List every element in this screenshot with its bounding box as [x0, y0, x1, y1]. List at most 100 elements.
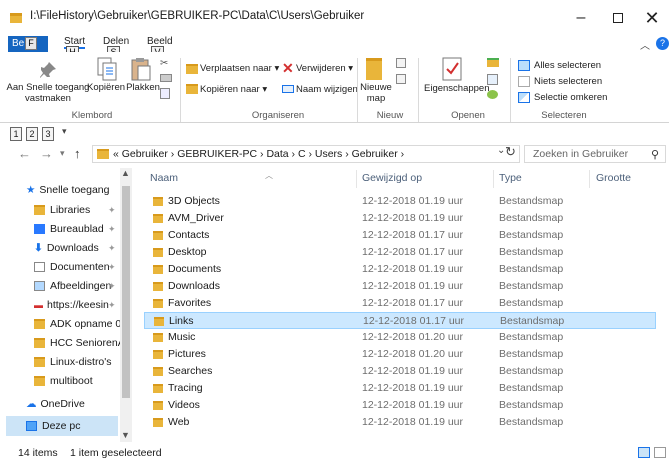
paste-button[interactable]: Plakken [125, 82, 161, 93]
nav-item-quick-access[interactable]: ★ Snelle toegang [26, 184, 109, 196]
file-row[interactable]: Desktop 12-12-2018 01.17 uur Bestandsmap [144, 244, 656, 261]
select-none-button[interactable]: Niets selecteren [534, 76, 602, 87]
file-row[interactable]: Music 12-12-2018 01.20 uur Bestandsmap [144, 329, 656, 346]
group-selecteren: Selecteren [541, 110, 587, 121]
copy-to-button[interactable]: Kopiëren naar ▾ [200, 84, 267, 95]
delete-button[interactable]: Verwijderen ▾ [296, 63, 353, 74]
file-row[interactable]: Contacts 12-12-2018 01.17 uur Bestandsmap [144, 227, 656, 244]
address-bar[interactable]: « Gebruiker › GEBRUIKER-PC › Data › C › … [92, 145, 520, 163]
paste-shortcut-icon[interactable] [160, 88, 170, 99]
scroll-up-icon[interactable]: ▲ [121, 168, 130, 178]
group-nieuw: Nieuw [376, 110, 404, 121]
nav-item-downloads[interactable]: ⬇ Downloads [34, 242, 99, 254]
file-name: Videos [168, 399, 200, 411]
rename-button[interactable]: Naam wijzigen [296, 84, 358, 95]
file-name: Music [168, 331, 196, 343]
pin-quick-access-button[interactable]: Aan Snelle toegang vastmaken [4, 82, 92, 104]
qat-keytip-2[interactable]: 2 [26, 127, 38, 141]
nav-item-libraries[interactable]: Libraries [34, 204, 90, 216]
history-icon[interactable] [487, 90, 498, 99]
large-icons-view-icon[interactable] [654, 447, 666, 458]
file-row[interactable]: Pictures 12-12-2018 01.20 uur Bestandsmap [144, 346, 656, 363]
window-title: I:\FileHistory\Gebruiker\GEBRUIKER-PC\Da… [30, 10, 365, 22]
column-size[interactable]: Grootte [596, 172, 631, 184]
up-button[interactable]: ↑ [74, 146, 81, 161]
scroll-down-icon[interactable]: ▼ [121, 430, 130, 440]
nav-item-network-link[interactable]: ▬ https://keesin [34, 299, 109, 311]
easy-access-icon[interactable] [396, 74, 406, 84]
file-row[interactable]: Videos 12-12-2018 01.19 uur Bestandsmap [144, 397, 656, 414]
nav-item-this-pc[interactable]: Deze pc [26, 420, 81, 432]
nav-item-multiboot[interactable]: multiboot [34, 375, 93, 387]
search-icon[interactable]: ⚲ [651, 148, 659, 161]
column-name[interactable]: Naam ︿ [150, 171, 273, 184]
back-button[interactable]: ← [18, 146, 31, 161]
cut-icon[interactable]: ✂ [160, 58, 168, 69]
properties-button[interactable]: Eigenschappen [424, 83, 490, 94]
file-row[interactable]: Downloads 12-12-2018 01.19 uur Bestandsmap [144, 278, 656, 295]
scroll-thumb[interactable] [122, 186, 130, 398]
qat-customize-icon[interactable]: ▾ [62, 126, 67, 137]
nav-label: Deze pc [42, 420, 81, 432]
column-divider[interactable] [493, 170, 494, 188]
file-date: 12-12-2018 01.19 uur [362, 365, 463, 377]
file-name: AVM_Driver [168, 212, 224, 224]
file-row[interactable]: 3D Objects 12-12-2018 01.19 uur Bestandsma… [144, 193, 656, 210]
nav-item-hcc[interactable]: HCC SeniorenAc [34, 337, 130, 349]
nav-label: Snelle toegang [39, 184, 110, 196]
nav-item-adk[interactable]: ADK opname 02 [34, 318, 127, 330]
nav-item-desktop[interactable]: Bureaublad [34, 223, 104, 235]
invert-selection-button[interactable]: Selectie omkeren [534, 92, 607, 103]
column-date[interactable]: Gewijzigd op [362, 172, 422, 184]
column-type[interactable]: Type [499, 172, 522, 184]
file-date: 12-12-2018 01.20 uur [362, 331, 463, 343]
nav-item-pictures[interactable]: Afbeeldingen [34, 280, 111, 292]
pin-icon: ✦ [108, 205, 116, 215]
details-view-icon[interactable] [638, 447, 650, 458]
file-row[interactable]: Tracing 12-12-2018 01.19 uur Bestandsmap [144, 380, 656, 397]
star-icon: ★ [26, 184, 36, 196]
forward-button[interactable]: → [40, 146, 53, 161]
recent-locations-icon[interactable]: ▾ [60, 148, 65, 159]
folder-icon [153, 367, 163, 376]
new-folder-button[interactable]: Nieuwe map [360, 82, 392, 104]
folder-icon [34, 319, 45, 329]
open-icon[interactable] [487, 58, 499, 67]
qat-keytip-1[interactable]: 1 [10, 127, 22, 141]
nav-item-onedrive[interactable]: ☁ OneDrive [26, 398, 85, 410]
search-input[interactable]: Zoeken in Gebruiker ⚲ [524, 145, 666, 163]
folder-icon [34, 205, 45, 215]
nav-scrollbar[interactable]: ▲ ▼ [120, 168, 132, 442]
nav-item-documents[interactable]: Documenten [34, 261, 110, 273]
nav-item-linux[interactable]: Linux-distro's [34, 356, 112, 368]
close-button[interactable]: ✕ [634, 6, 669, 30]
folder-icon [153, 299, 163, 308]
copy-button[interactable]: Kopiëren [86, 82, 126, 93]
folder-icon [153, 282, 163, 291]
group-organiseren: Organiseren [251, 110, 305, 121]
file-row[interactable]: Web 12-12-2018 01.19 uur Bestandsmap [144, 414, 656, 431]
download-icon: ⬇ [34, 242, 43, 254]
copy-path-icon[interactable] [160, 74, 172, 82]
collapse-ribbon-icon[interactable]: ︿ [640, 37, 650, 52]
file-row[interactable]: AVM_Driver 12-12-2018 01.19 uur Bestandsma… [144, 210, 656, 227]
qat-keytip-3[interactable]: 3 [42, 127, 54, 141]
move-to-button[interactable]: Verplaatsen naar ▾ [200, 63, 279, 74]
minimize-button[interactable]: – [563, 6, 599, 30]
help-icon[interactable]: ? [656, 37, 669, 50]
pin-icon [40, 62, 56, 78]
refresh-icon[interactable]: ↻ [505, 144, 516, 160]
file-row[interactable]: Documents 12-12-2018 01.19 uur Bestandsmap [144, 261, 656, 278]
edit-icon[interactable] [487, 74, 498, 85]
column-divider[interactable] [589, 170, 590, 188]
address-path[interactable]: « Gebruiker › GEBRUIKER-PC › Data › C › … [113, 148, 404, 160]
column-divider[interactable] [356, 170, 357, 188]
new-item-icon[interactable] [396, 58, 406, 68]
select-all-button[interactable]: Alles selecteren [534, 60, 601, 71]
file-row-selected[interactable]: Links 12-12-2018 01.17 uur Bestandsmap [144, 312, 656, 329]
file-row[interactable]: Searches 12-12-2018 01.19 uur Bestandsmap [144, 363, 656, 380]
file-row[interactable]: Favorites 12-12-2018 01.17 uur Bestandsmap [144, 295, 656, 312]
file-type: Bestandsmap [499, 331, 564, 343]
tab-file[interactable]: BeFand [8, 36, 48, 65]
maximize-button[interactable] [600, 6, 636, 30]
